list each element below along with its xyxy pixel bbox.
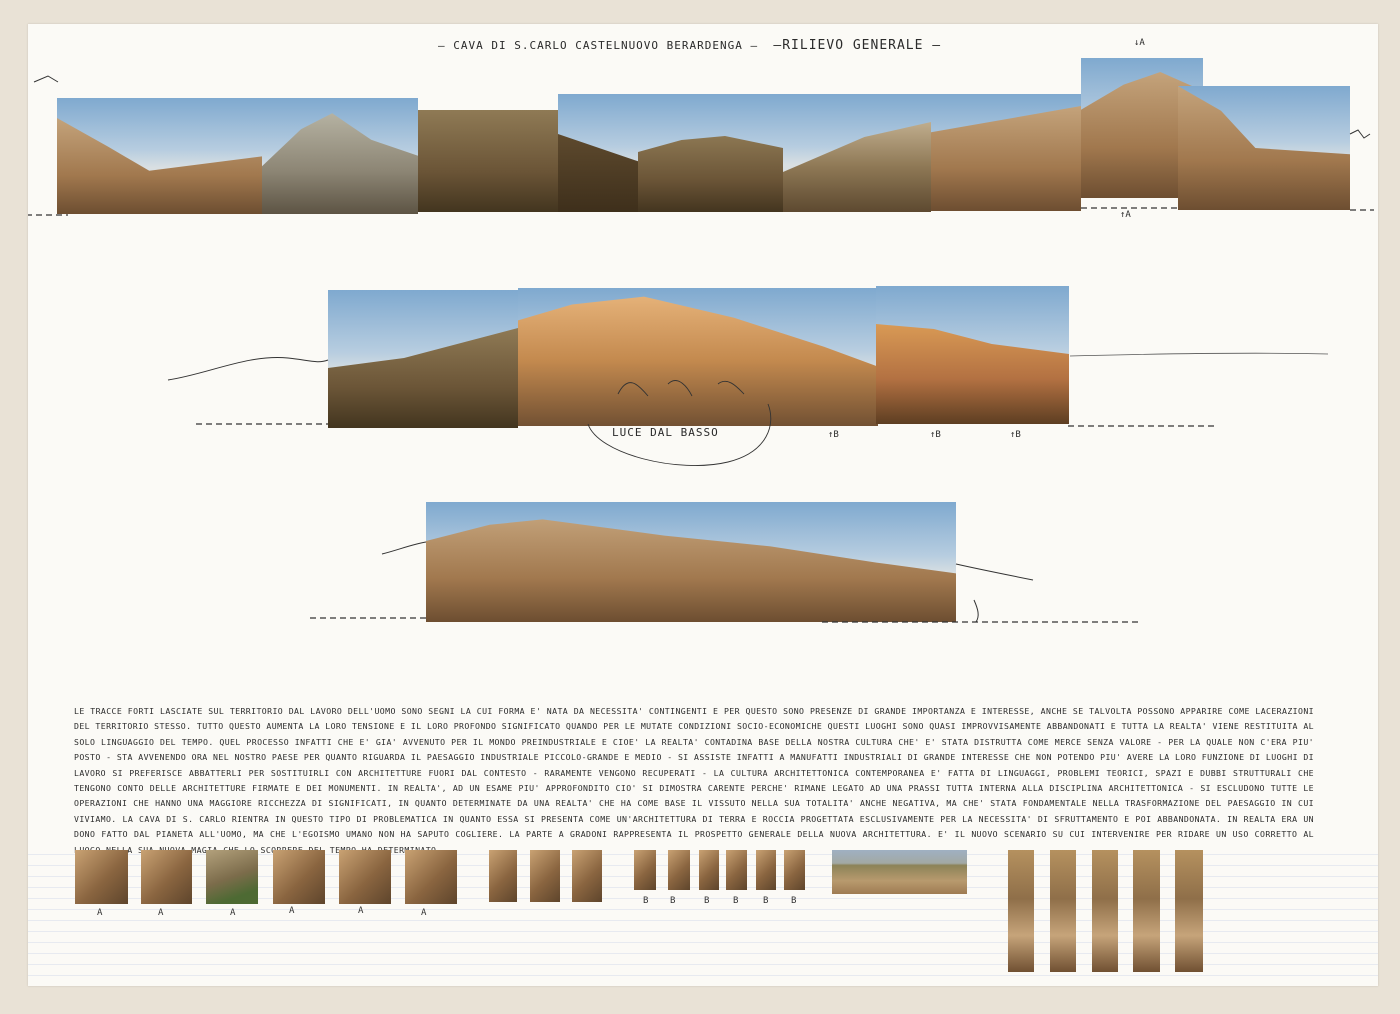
detail-photo-a xyxy=(206,850,258,904)
panorama-1-photo xyxy=(262,98,418,214)
detail-label-a: A xyxy=(97,908,103,918)
detail-label-a: A xyxy=(358,906,364,916)
detail-label-b: B xyxy=(704,896,710,906)
detail-vertical-strip xyxy=(1092,850,1118,972)
section-marker-b: ↑B xyxy=(1010,430,1021,440)
drawing-sheet: – CAVA DI S.CARLO CASTELNUOVO BERARDENGA… xyxy=(28,24,1378,986)
detail-label-a: A xyxy=(158,908,164,918)
essay-text: LE TRACCE FORTI LASCIATE SUL TERRITORIO … xyxy=(74,706,1314,855)
detail-label-a: A xyxy=(230,908,236,918)
detail-vertical-strip xyxy=(1175,850,1203,972)
panorama-2-photo xyxy=(518,288,878,426)
detail-photo-b xyxy=(699,850,719,890)
detail-label-b: B xyxy=(791,896,797,906)
detail-landscape-photo xyxy=(832,850,967,894)
section-marker-b: ↑B xyxy=(930,430,941,440)
detail-photo-b xyxy=(668,850,690,890)
detail-photo xyxy=(530,850,560,902)
panorama-1-photo xyxy=(1178,86,1350,210)
sheet-title-block: – CAVA DI S.CARLO CASTELNUOVO BERARDENGA… xyxy=(438,38,941,53)
detail-vertical-strip xyxy=(1050,850,1076,972)
detail-photo-a xyxy=(339,850,391,904)
section-marker-a-top: ↓A xyxy=(1134,38,1145,48)
panorama-2-photo xyxy=(328,290,518,428)
panorama-1-photo xyxy=(418,110,558,212)
detail-label-b: B xyxy=(733,896,739,906)
panorama-1-photo xyxy=(558,94,638,212)
detail-photo-a xyxy=(273,850,325,904)
panorama-1-photo xyxy=(931,94,1081,211)
detail-photo-b xyxy=(726,850,747,890)
sheet-subtitle: –RILIEVO GENERALE – xyxy=(773,38,942,53)
detail-label-a: A xyxy=(421,908,427,918)
light-from-below-caption: LUCE DAL BASSO xyxy=(612,426,719,439)
panorama-1-photo xyxy=(57,98,262,214)
detail-label-a: A xyxy=(289,906,295,916)
detail-photo-a xyxy=(141,850,192,904)
detail-label-b: B xyxy=(763,896,769,906)
detail-photo-a xyxy=(75,850,128,904)
detail-photo-b xyxy=(784,850,805,890)
detail-photo xyxy=(572,850,602,902)
detail-vertical-strip xyxy=(1133,850,1160,972)
panorama-2-photo xyxy=(876,286,1069,424)
panorama-1-photo xyxy=(783,94,931,212)
detail-photo-b xyxy=(634,850,656,890)
detail-photo-b xyxy=(756,850,776,890)
panorama-3-photo xyxy=(426,502,956,622)
detail-photo-a xyxy=(405,850,457,904)
panorama-1-photo xyxy=(638,94,783,212)
section-marker-b: ↑B xyxy=(828,430,839,440)
detail-vertical-strip xyxy=(1008,850,1034,972)
section-marker-a-bottom: ↑A xyxy=(1120,210,1131,220)
sheet-title: – CAVA DI S.CARLO CASTELNUOVO BERARDENGA… xyxy=(438,39,759,52)
detail-label-b: B xyxy=(643,896,649,906)
detail-label-b: B xyxy=(670,896,676,906)
detail-photo xyxy=(489,850,517,902)
